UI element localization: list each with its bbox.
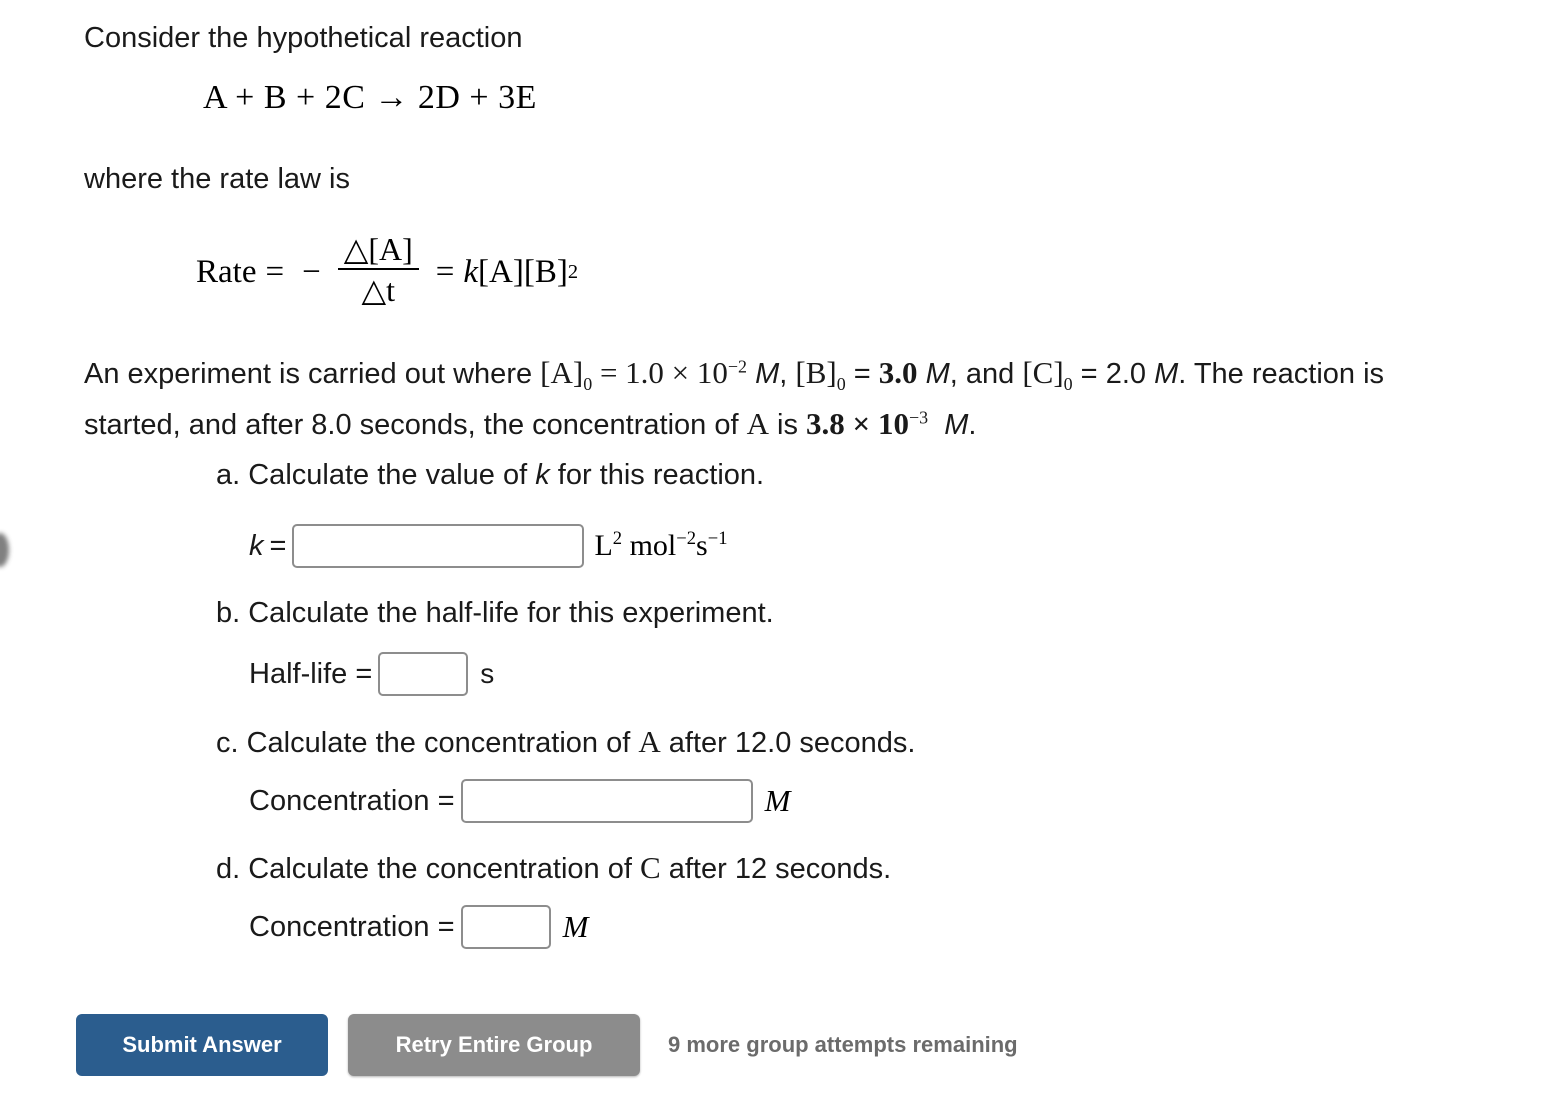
part-a-units: L2 mol−2s−1 (594, 529, 727, 563)
button-bar: Submit Answer Retry Entire Group 9 more … (76, 1014, 1018, 1076)
half-life-input[interactable] (378, 652, 469, 696)
part-c-label-suffix: after 12.0 seconds. (660, 727, 916, 759)
a-final-value: 3.8 × 10 (806, 406, 909, 441)
rate-label: Rate (196, 253, 257, 290)
delta-fraction: △[A] △t (337, 231, 419, 309)
rate-constant-input[interactable] (292, 524, 585, 568)
b0-subscript: 0 (836, 373, 846, 394)
part-c-answer-row: Concentration = M (249, 779, 790, 823)
unit-molar-2: M (925, 358, 950, 390)
part-d-species-symbol: C (639, 850, 661, 885)
c0-value: 2.0 (1105, 358, 1147, 390)
part-d-unit: M (562, 909, 589, 944)
concentration-a-input[interactable] (460, 779, 753, 823)
part-d-field-lead: Concentration = (249, 910, 455, 943)
a0-equals: = (592, 355, 626, 390)
a0-symbol: [A] (540, 355, 584, 390)
c0-subscript: 0 (1063, 373, 1073, 394)
part-b-answer-row: Half-life = s (249, 652, 494, 696)
a-final-exponent: −3 (908, 407, 929, 428)
part-c-species-symbol: A (638, 724, 661, 759)
rate-minus-sign: − (302, 253, 321, 290)
part-a-field-equals: = (269, 529, 287, 562)
retry-entire-group-button[interactable]: Retry Entire Group (348, 1014, 640, 1076)
part-a-label: a. Calculate the value of k for this rea… (216, 459, 764, 492)
reaction-equation: A + B + 2C → 2D + 3E (203, 79, 537, 117)
part-a-label-variable: k (535, 459, 550, 491)
part-c-label: c. Calculate the concentration of A afte… (216, 724, 915, 760)
a0-value: 1.0 × 10 (625, 355, 728, 390)
b0-value: 3.0 (878, 355, 918, 390)
fraction-denominator: △t (337, 268, 419, 309)
experiment-period: . (968, 409, 977, 441)
part-a-answer-row: k = L2 mol−2s−1 (249, 524, 728, 568)
part-d-label-suffix: after 12 seconds. (660, 853, 892, 885)
unit-liters: L (594, 529, 613, 562)
a0-subscript: 0 (583, 373, 593, 394)
unit-liters-exponent: 2 (612, 528, 623, 549)
attempts-remaining-text: 9 more group attempts remaining (668, 1032, 1018, 1057)
b0-symbol: [B] (795, 355, 837, 390)
rate-constant-symbol: k (463, 253, 479, 290)
concentration-a-term: [A] (478, 253, 524, 290)
unit-molar-1: M (755, 358, 780, 390)
part-d-label: d. Calculate the concentration of C afte… (216, 850, 891, 886)
question-page: Consider the hypothetical reaction A + B… (0, 0, 1568, 1120)
edge-drag-handle[interactable] (0, 533, 9, 567)
concentration-b-term: [B] (523, 253, 568, 290)
unit-molar-4: M (944, 409, 969, 441)
part-d-answer-row: Concentration = M (249, 905, 588, 949)
c0-symbol: [C] (1022, 355, 1064, 390)
c0-equals: = (1072, 358, 1106, 390)
a0-exponent: −2 (727, 356, 748, 377)
concentration-c-input[interactable] (460, 905, 551, 949)
part-c-label-prefix: c. Calculate the concentration of (216, 727, 639, 759)
rate-equals-1: = (265, 253, 285, 290)
submit-answer-button[interactable]: Submit Answer (76, 1014, 328, 1076)
intro-text: Consider the hypothetical reaction (84, 22, 523, 54)
fraction-numerator: △[A] (343, 231, 413, 267)
part-b-label: b. Calculate the half-life for this expe… (216, 597, 774, 629)
experiment-comma-2: , and (949, 358, 1023, 390)
unit-seconds: s (696, 529, 708, 562)
part-a-label-prefix: a. Calculate the value of (216, 459, 536, 491)
part-a-field-lead: k (249, 529, 264, 562)
part-b-field-lead: Half-life = (249, 657, 373, 690)
experiment-text-3: is (768, 409, 807, 441)
unit-molar-3: M (1154, 358, 1179, 390)
experiment-text-1: An experiment is carried out where (84, 358, 541, 390)
b0-equals: = (845, 358, 879, 390)
unit-mol: mol (629, 529, 677, 562)
unit-seconds-exponent: −1 (707, 528, 728, 549)
part-a-label-suffix: for this reaction. (549, 459, 765, 491)
experiment-paragraph: An experiment is carried out where [A]0 … (84, 348, 1444, 450)
part-c-unit: M (764, 783, 791, 818)
unit-mol-exponent: −2 (676, 528, 697, 549)
species-a-symbol: A (746, 406, 769, 441)
rate-law-formula: Rate = − △[A] △t = k [A] [B] 2 (196, 231, 579, 309)
rate-law-intro-text: where the rate law is (84, 163, 350, 195)
rate-equals-2: = (435, 253, 455, 290)
experiment-comma-1: , (779, 358, 796, 390)
part-b-unit: s (480, 658, 495, 689)
part-c-field-lead: Concentration = (249, 784, 455, 817)
reaction-equation-text: A + B + 2C → 2D + 3E (203, 79, 537, 116)
part-d-label-prefix: d. Calculate the concentration of (216, 853, 640, 885)
